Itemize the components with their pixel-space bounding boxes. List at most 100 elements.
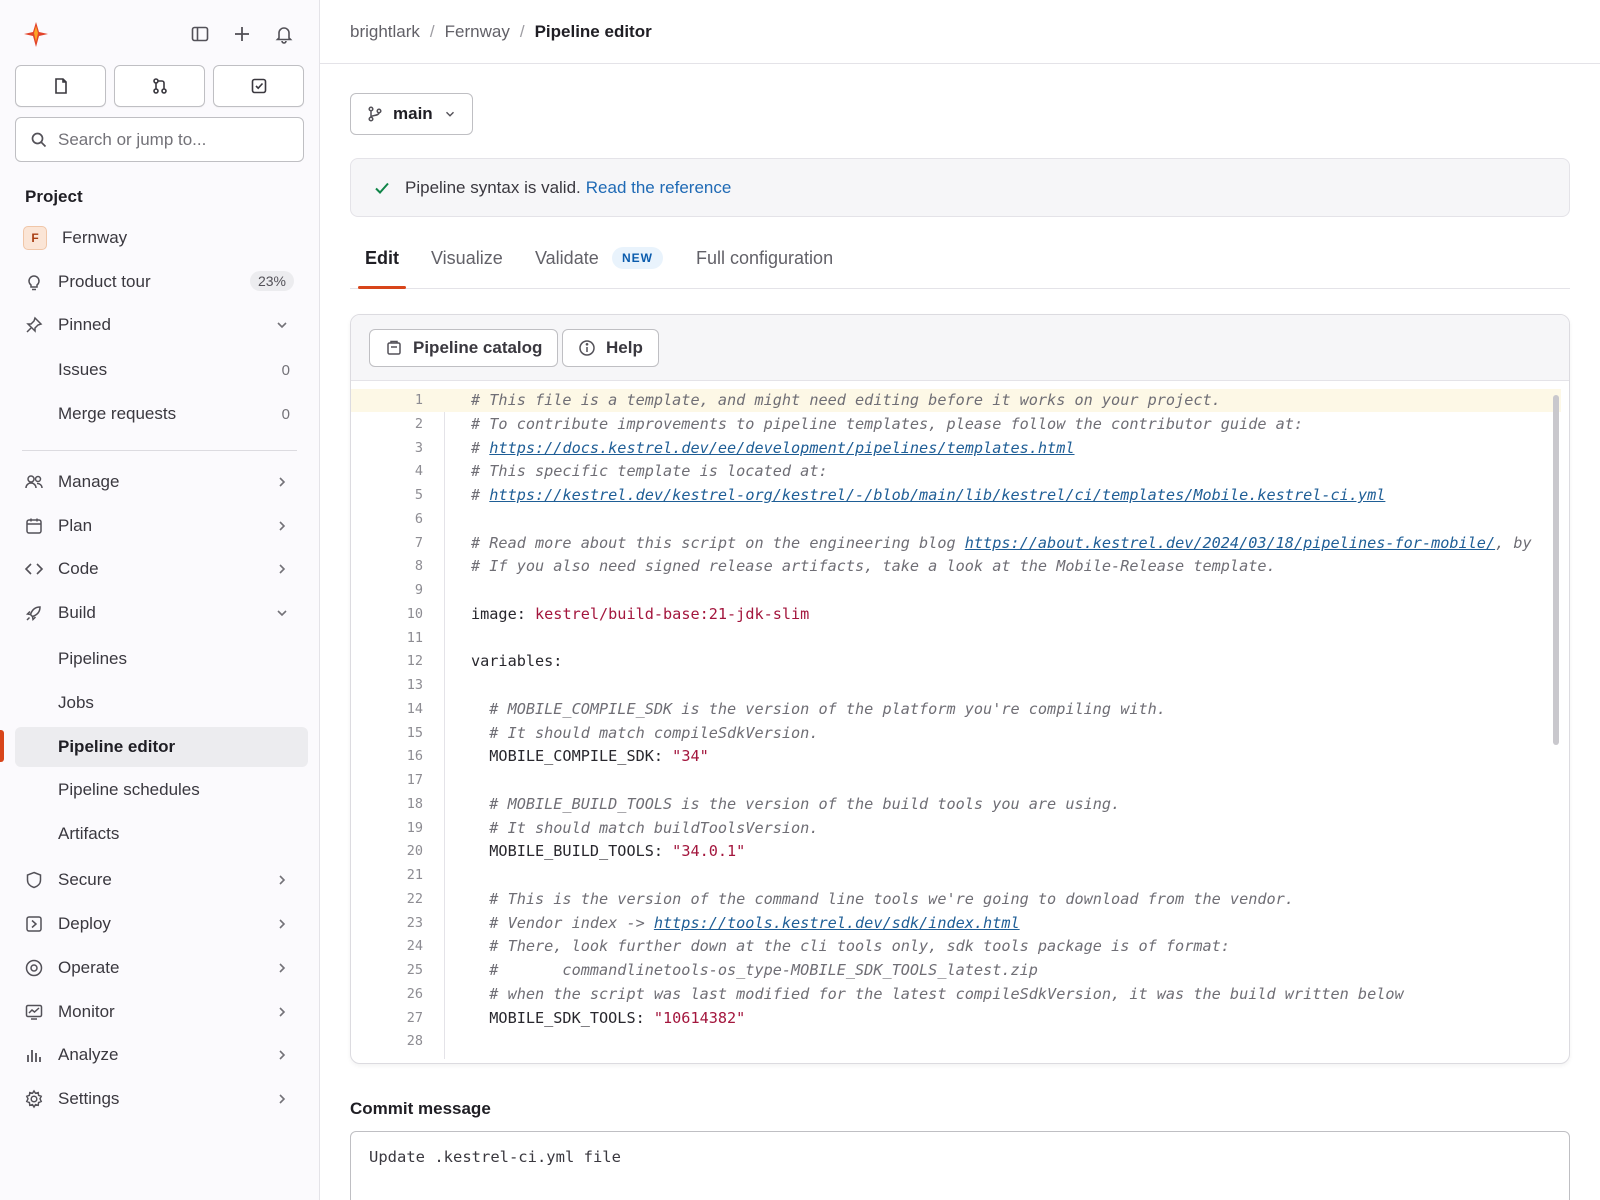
snippets-button[interactable] [15, 65, 106, 107]
merge-requests-button[interactable] [114, 65, 205, 107]
code-link[interactable]: https://about.kestrel.dev/2024/03/18/pip… [965, 534, 1495, 552]
merge-request-icon [152, 78, 167, 94]
code-line[interactable]: 15 # It should match compileSdkVersion. [351, 722, 1561, 745]
brand-logo-icon[interactable] [22, 20, 50, 48]
sidebar-item-plan[interactable]: Plan [15, 506, 308, 546]
branch-selector-button[interactable]: main [350, 93, 473, 135]
code-line[interactable]: 17 [351, 769, 1561, 792]
active-item-indicator [0, 730, 4, 762]
sidebar-item-artifacts[interactable]: Artifacts [15, 814, 308, 854]
breadcrumb-item[interactable]: Fernway [445, 22, 510, 42]
code-line[interactable]: 2 # To contribute improvements to pipelin… [351, 413, 1561, 436]
read-reference-link[interactable]: Read the reference [586, 178, 732, 198]
code-line[interactable]: 19 # It should match buildToolsVersion. [351, 817, 1561, 840]
code-line[interactable]: 18 # MOBILE_BUILD_TOOLS is the version o… [351, 793, 1561, 816]
code-text: # when the script was last modified for … [471, 983, 1403, 1006]
chevron-right-icon [279, 521, 286, 531]
sidebar-item-pipeline-schedules[interactable]: Pipeline schedules [15, 770, 308, 810]
settings-label: Settings [58, 1089, 120, 1108]
sidebar-item-merge-requests[interactable]: Merge requests 0 [15, 394, 308, 434]
issues-label: Issues [58, 360, 108, 379]
sidebar-item-analyze[interactable]: Analyze [15, 1035, 308, 1075]
sidebar-item-secure[interactable]: Secure [15, 860, 308, 900]
sidebar-item-build[interactable]: Build [15, 593, 308, 633]
notifications-bell-icon[interactable] [272, 22, 296, 46]
code-line[interactable]: 4 # This specific template is located at: [351, 460, 1561, 483]
editor-scrollbar[interactable] [1553, 395, 1559, 745]
line-number: 10 [406, 605, 423, 622]
code-line[interactable]: 10 image: kestrel/build-base:21-jdk-slim [351, 603, 1561, 626]
code-link[interactable]: https://kestrel.dev/kestrel-org/kestrel/… [489, 486, 1385, 504]
code-line[interactable]: 20 MOBILE_BUILD_TOOLS: "34.0.1" [351, 840, 1561, 863]
sidebar-item-pinned[interactable]: Pinned [15, 305, 308, 345]
code-line[interactable]: 22 # This is the version of the command … [351, 888, 1561, 911]
code-text: # It should match buildToolsVersion. [471, 817, 818, 840]
todos-button[interactable] [213, 65, 304, 107]
chevron-right-icon [279, 875, 286, 885]
sidebar-item-monitor[interactable]: Monitor [15, 992, 308, 1032]
code-editor[interactable]: 1 # This file is a template, and might ne… [351, 389, 1569, 1059]
line-number: 14 [406, 700, 423, 717]
pipeline-schedules-label: Pipeline schedules [58, 780, 200, 799]
code-line[interactable]: 1 # This file is a template, and might ne… [351, 389, 1561, 412]
pipeline-catalog-button[interactable]: Pipeline catalog [369, 329, 559, 367]
code-line[interactable]: 5 # https://kestrel.dev/kestrel-org/kestr… [351, 484, 1561, 507]
help-label: Help [606, 338, 643, 357]
sidebar-item-product-tour[interactable]: Product tour 23% [15, 262, 308, 302]
sidebar-item-jobs[interactable]: Jobs [15, 683, 308, 723]
code-line[interactable]: 8 # If you also need signed release artif… [351, 555, 1561, 578]
code-line[interactable]: 14 # MOBILE_COMPILE_SDK is the version o… [351, 698, 1561, 721]
code-line[interactable]: 26 # when the script was last modified f… [351, 983, 1561, 1006]
code-token: # It should match compileSdkVersion. [471, 723, 819, 742]
sidebar-item-issues[interactable]: Issues 0 [15, 350, 308, 390]
code-line[interactable]: 25 # commandlinetools-os_type-MOBILE_SDK… [351, 959, 1561, 982]
commit-message-value: Update .kestrel-ci.yml file [369, 1148, 621, 1166]
sidebar-item-operate[interactable]: Operate [15, 948, 308, 988]
code-line[interactable]: 21 [351, 864, 1561, 887]
code-line[interactable]: 7 # Read more about this script on the en… [351, 532, 1561, 555]
code-line[interactable]: 3 # https://docs.kestrel.dev/ee/developme… [351, 437, 1561, 460]
create-new-icon[interactable] [230, 22, 254, 46]
tab-edit[interactable]: Edit [365, 248, 399, 269]
project-avatar: F [23, 226, 47, 250]
code-text: # If you also need signed release artifa… [471, 555, 1276, 578]
search-input[interactable]: Search or jump to... [15, 117, 304, 162]
sidebar-item-pipelines[interactable]: Pipelines [15, 639, 308, 679]
chevron-right-icon [279, 963, 286, 973]
code-line[interactable]: 27 MOBILE_SDK_TOOLS: "10614382" [351, 1007, 1561, 1030]
code-text: # MOBILE_COMPILE_SDK is the version of t… [471, 698, 1166, 721]
sidebar-item-manage[interactable]: Manage [15, 462, 308, 502]
code-line[interactable]: 23 # Vendor index -> https://tools.kestr… [351, 912, 1561, 935]
help-button[interactable]: Help [562, 329, 659, 367]
code-token: "10614382" [653, 1008, 746, 1027]
sidebar-item-project[interactable]: F Fernway [15, 218, 308, 258]
code-line[interactable]: 12 variables: [351, 650, 1561, 673]
code-token: # Vendor index -> [471, 913, 654, 932]
sidebar-item-pipeline-editor[interactable]: Pipeline editor [15, 727, 308, 767]
sidebar-item-code[interactable]: Code [15, 549, 308, 589]
line-number: 12 [406, 653, 423, 670]
operate-icon [25, 959, 43, 977]
tab-validate[interactable]: Validate [535, 248, 599, 269]
breadcrumb: brightlark / Fernway / Pipeline editor [350, 22, 652, 42]
toggle-sidebar-icon[interactable] [188, 22, 212, 46]
breadcrumb-item[interactable]: brightlark [350, 22, 420, 42]
product-tour-label: Product tour [58, 272, 151, 291]
code-link[interactable]: https://docs.kestrel.dev/ee/development/… [489, 439, 1074, 457]
code-line[interactable]: 6 [351, 508, 1561, 531]
file-icon [54, 78, 67, 94]
code-link[interactable]: https://tools.kestrel.dev/sdk/index.html [654, 914, 1020, 932]
tab-full-configuration[interactable]: Full configuration [696, 248, 833, 269]
code-line[interactable]: 16 MOBILE_COMPILE_SDK: "34" [351, 745, 1561, 768]
commit-message-input[interactable]: Update .kestrel-ci.yml file [350, 1131, 1570, 1200]
tab-visualize[interactable]: Visualize [431, 248, 503, 269]
code-line[interactable]: 24 # There, look further down at the cli… [351, 935, 1561, 958]
breadcrumb-current[interactable]: Pipeline editor [535, 22, 652, 42]
code-line[interactable]: 11 [351, 627, 1561, 650]
code-line[interactable]: 9 [351, 579, 1561, 602]
sidebar-item-settings[interactable]: Settings [15, 1079, 308, 1119]
sidebar-item-deploy[interactable]: Deploy [15, 904, 308, 944]
chevron-right-icon [279, 564, 286, 574]
code-line[interactable]: 13 [351, 674, 1561, 697]
code-line[interactable]: 28 [351, 1030, 1561, 1053]
